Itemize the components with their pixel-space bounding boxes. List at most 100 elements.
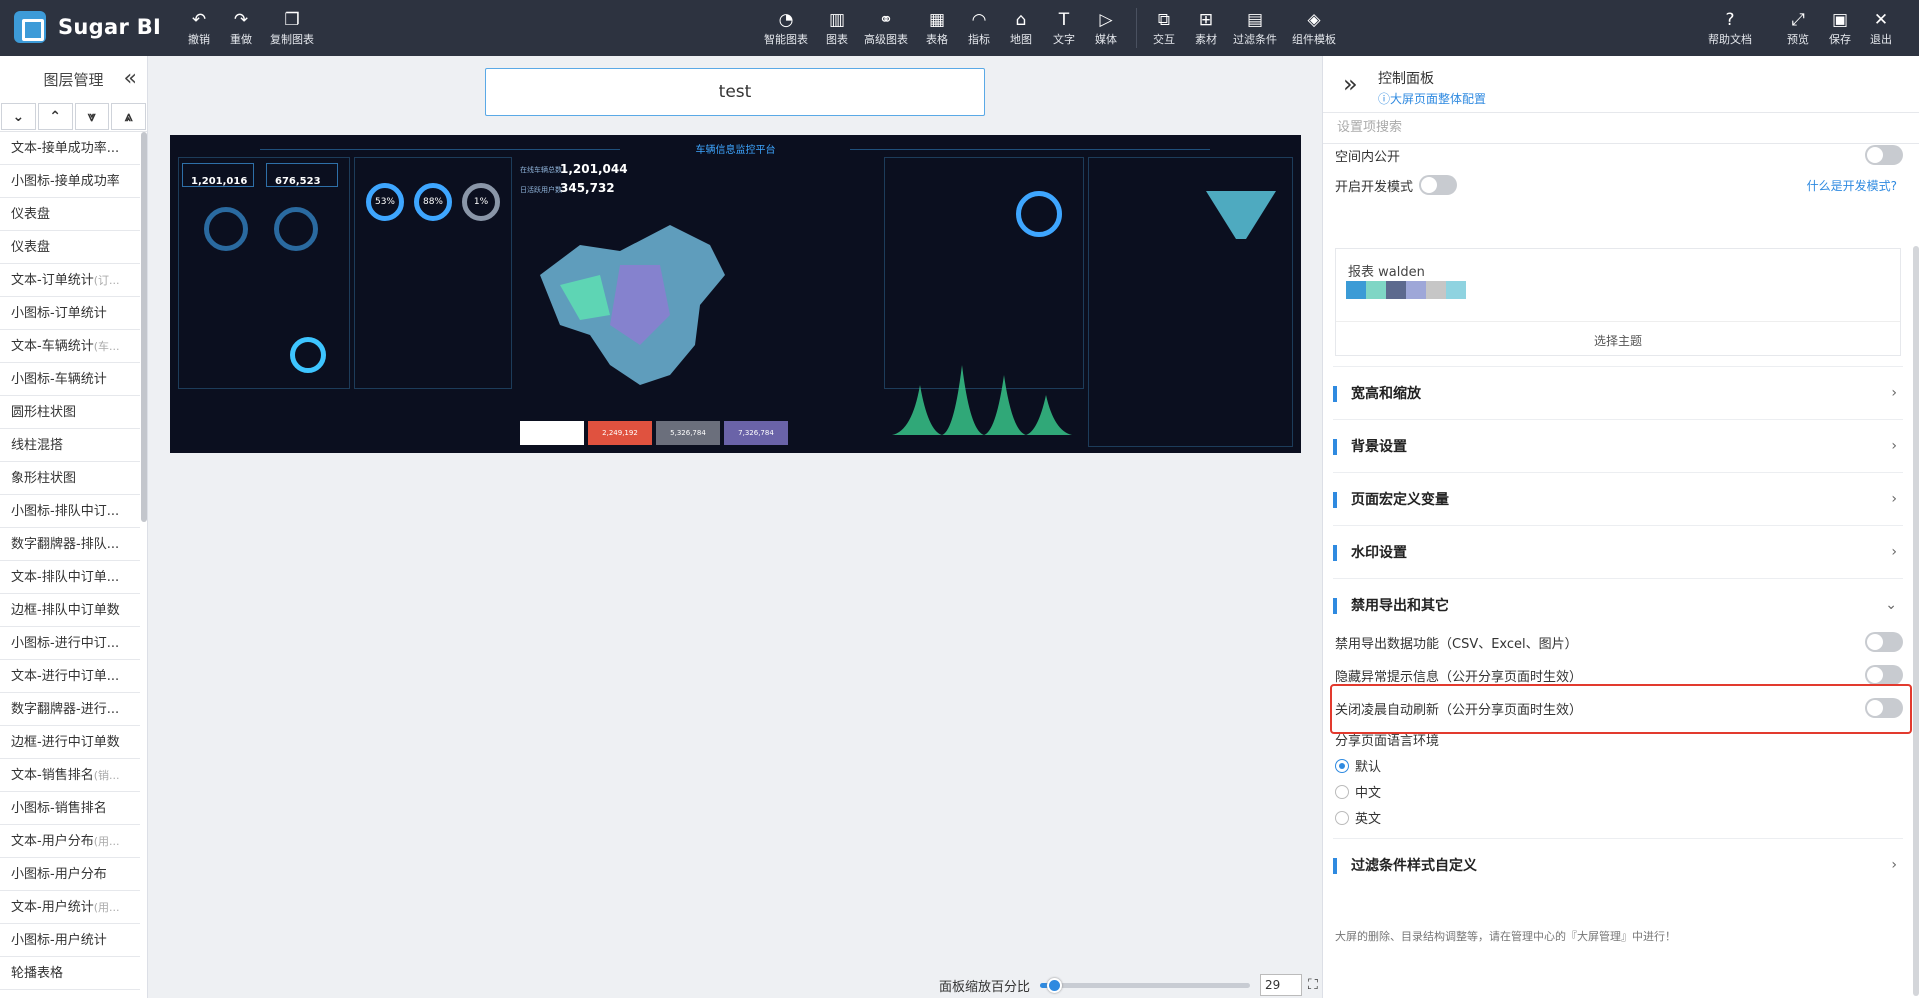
layer-item[interactable]: 文本-车辆统计(车... (0, 330, 140, 363)
exit-button[interactable]: ✕ 退出 (1870, 10, 1892, 47)
chart-button[interactable]: ▥ 图表 (826, 10, 848, 47)
layer-item[interactable]: 文本-订单统计(订... (0, 264, 140, 297)
material-button[interactable]: ⊞ 素材 (1195, 10, 1217, 47)
dev-mode-help-link[interactable]: 什么是开发模式? (1807, 177, 1897, 194)
choose-theme-button[interactable]: 选择主题 (1336, 321, 1900, 349)
layer-item[interactable]: 小图标-进行中订... (0, 627, 140, 660)
zoom-slider-handle[interactable] (1046, 977, 1062, 993)
layer-item-label: 文本-销售排名 (11, 768, 94, 783)
section-export[interactable]: 禁用导出和其它 ⌄ (1333, 578, 1903, 631)
layer-item[interactable]: 文本-接单成功率... (0, 132, 140, 165)
language-en-radio[interactable]: 英文 (1335, 808, 1381, 827)
dev-mode-row: 开启开发模式 什么是开发模式? (1335, 175, 1903, 195)
layer-item[interactable]: 边框-进行中订单数 (0, 726, 140, 759)
section-size[interactable]: 宽高和缩放 › (1333, 366, 1903, 419)
theme-swatch (1406, 281, 1426, 299)
smart-chart-icon: ◔ (778, 10, 794, 30)
public-in-space-row: 空间内公开 (1335, 145, 1903, 165)
layer-item[interactable]: 边框-排队中订单数 (0, 594, 140, 627)
layer-item[interactable]: 线柱混搭 (0, 429, 140, 462)
collapse-right-icon[interactable]: » (1343, 70, 1358, 98)
section-background[interactable]: 背景设置 › (1333, 419, 1903, 472)
save-icon: ▣ (1831, 10, 1849, 30)
zoom-input[interactable]: 29 (1260, 974, 1303, 996)
undo-button[interactable]: ↶ 撤销 (188, 10, 210, 47)
help-icon: ? (1725, 10, 1735, 30)
dashboard-preview[interactable]: 车辆信息监控平台 1,201,016 676,523 53% 88% 1% 在线… (170, 135, 1301, 453)
save-button[interactable]: ▣ 保存 (1829, 10, 1851, 47)
layer-item[interactable]: 小图标-用户统计 (0, 924, 140, 957)
metric-button[interactable]: ◠ 指标 (968, 10, 990, 47)
settings-search-input[interactable]: 设置项搜索 (1323, 112, 1919, 144)
layer-item[interactable]: 文本-用户统计(用... (0, 891, 140, 924)
advanced-chart-button[interactable]: ⚭ 高级图表 (864, 10, 908, 47)
layer-item[interactable]: 文本-排队中订单... (0, 561, 140, 594)
screen-title-input[interactable]: test (485, 68, 985, 116)
layer-item[interactable]: 小图标-排队中订... (0, 495, 140, 528)
layer-scrollbar[interactable] (141, 132, 147, 522)
chevron-down-icon: ⌄ (1885, 597, 1897, 613)
smart-chart-button[interactable]: ◔ 智能图表 (764, 10, 808, 47)
collapse-left-icon[interactable]: « (124, 66, 137, 91)
public-in-space-toggle[interactable] (1865, 145, 1903, 165)
disable-export-toggle[interactable] (1865, 632, 1903, 652)
layer-item[interactable]: 小图标-车辆统计 (0, 363, 140, 396)
layer-item[interactable]: 文本-进行中订单... (0, 660, 140, 693)
media-button[interactable]: ▷ 媒体 (1095, 10, 1117, 47)
help-button[interactable]: ? 帮助文档 (1708, 10, 1752, 47)
table-button[interactable]: ▦ 表格 (926, 10, 948, 47)
zoom-slider[interactable] (1040, 977, 1251, 993)
filter-icon: ▤ (1246, 10, 1264, 30)
preview-button[interactable]: ⤢ 预览 (1787, 10, 1809, 47)
section-watermark[interactable]: 水印设置 › (1333, 525, 1903, 578)
cube-icon: ◈ (1307, 10, 1321, 30)
fullscreen-icon[interactable]: ⛶ (1308, 977, 1318, 993)
copy-chart-button[interactable]: ❐ 复制图表 (270, 10, 314, 47)
layer-item[interactable]: 仪表盘 (0, 231, 140, 264)
layer-item-hint: (订... (93, 274, 120, 287)
move-down-button[interactable]: ⌄ (1, 103, 36, 130)
layer-item[interactable]: 数字翻牌器-进行... (0, 693, 140, 726)
layer-item-label: 仪表盘 (11, 207, 51, 222)
advanced-chart-icon: ⚭ (878, 10, 894, 30)
layer-item[interactable]: 数字翻牌器-排队... (0, 528, 140, 561)
management-footnote: 大屏的删除、目录结构调整等，请在管理中心的『大屏管理』中进行！ (1335, 930, 1676, 943)
layer-item[interactable]: 象形柱状图 (0, 462, 140, 495)
interaction-button[interactable]: ⧉ 交互 (1153, 10, 1175, 47)
redo-button[interactable]: ↷ 重做 (230, 10, 252, 47)
layer-item[interactable]: 小图标-用户分布 (0, 858, 140, 891)
preview-radial-bar (290, 337, 326, 373)
layer-item[interactable]: 小图标-销售排名 (0, 792, 140, 825)
layer-item[interactable]: 文本-销售排名(销... (0, 759, 140, 792)
layer-item[interactable]: 小图标-订单统计 (0, 297, 140, 330)
layer-item-hint: (用... (93, 901, 120, 914)
move-bottom-button[interactable]: ⩔ (74, 103, 110, 130)
map-button[interactable]: ⌂ 地图 (1010, 10, 1032, 47)
page-config-link[interactable]: ⓘ大屏页面整体配置 (1378, 90, 1486, 107)
undo-icon: ↶ (191, 10, 207, 30)
chevron-right-icon: › (1891, 385, 1897, 401)
layer-item[interactable]: 小图标-接单成功率 (0, 165, 140, 198)
move-up-button[interactable]: ⌃ (37, 103, 73, 130)
language-zh-radio[interactable]: 中文 (1335, 782, 1381, 801)
move-top-button[interactable]: ⩓ (111, 103, 146, 130)
interaction-icon: ⧉ (1157, 10, 1171, 30)
component-template-button[interactable]: ◈ 组件模板 (1292, 10, 1336, 47)
dev-mode-toggle[interactable] (1419, 175, 1458, 195)
filter-button[interactable]: ▤ 过滤条件 (1233, 10, 1277, 47)
layer-item-label: 小图标-销售排名 (11, 801, 107, 816)
layer-item[interactable]: 文本-用户分布(用... (0, 825, 140, 858)
layer-item-label: 仪表盘 (11, 240, 51, 255)
text-button[interactable]: T 文字 (1053, 10, 1075, 47)
layer-item[interactable]: 仪表盘 (0, 198, 140, 231)
layer-item[interactable]: 轮播表格 (0, 957, 140, 990)
section-filter-style[interactable]: 过滤条件样式自定义 › (1333, 838, 1903, 891)
preview-ring-chart (1016, 191, 1062, 237)
section-marker (1333, 598, 1337, 614)
control-panel-scrollbar[interactable] (1913, 246, 1919, 996)
section-macro[interactable]: 页面宏定义变量 › (1333, 472, 1903, 525)
section-marker (1333, 439, 1337, 455)
hide-error-toggle[interactable] (1865, 665, 1903, 685)
layer-item[interactable]: 圆形柱状图 (0, 396, 140, 429)
language-default-radio[interactable]: 默认 (1335, 756, 1381, 775)
